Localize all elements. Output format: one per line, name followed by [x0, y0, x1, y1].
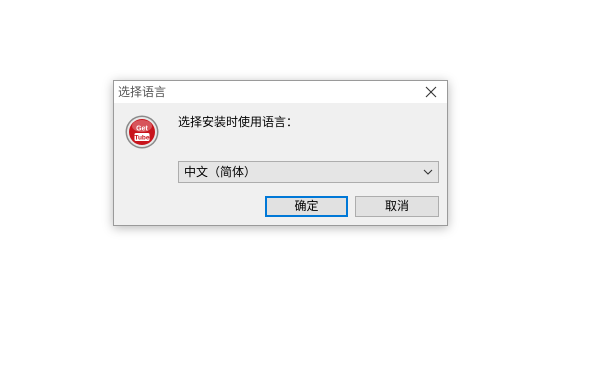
dialog-titlebar[interactable]: 选择语言: [114, 81, 447, 103]
chevron-down-icon: [423, 169, 433, 175]
language-dialog: 选择语言 Get Tube 选择安装时使用语言： 中文（简体） 确定 取消: [113, 80, 448, 226]
language-select-value: 中文（简体）: [184, 165, 257, 179]
screen: 选择语言 Get Tube 选择安装时使用语言： 中文（简体） 确定 取消: [0, 0, 600, 374]
cancel-button[interactable]: 取消: [355, 196, 439, 217]
language-select[interactable]: 中文（简体）: [178, 161, 439, 183]
close-icon: [425, 86, 437, 98]
app-icon-label-get: Get: [136, 126, 148, 133]
gettube-app-icon: Get Tube: [125, 115, 159, 149]
app-icon-label-tube: Tube: [134, 135, 149, 142]
language-prompt: 选择安装时使用语言：: [178, 115, 299, 129]
close-button[interactable]: [415, 81, 447, 103]
dialog-title: 选择语言: [118, 85, 167, 99]
ok-button[interactable]: 确定: [265, 196, 348, 217]
